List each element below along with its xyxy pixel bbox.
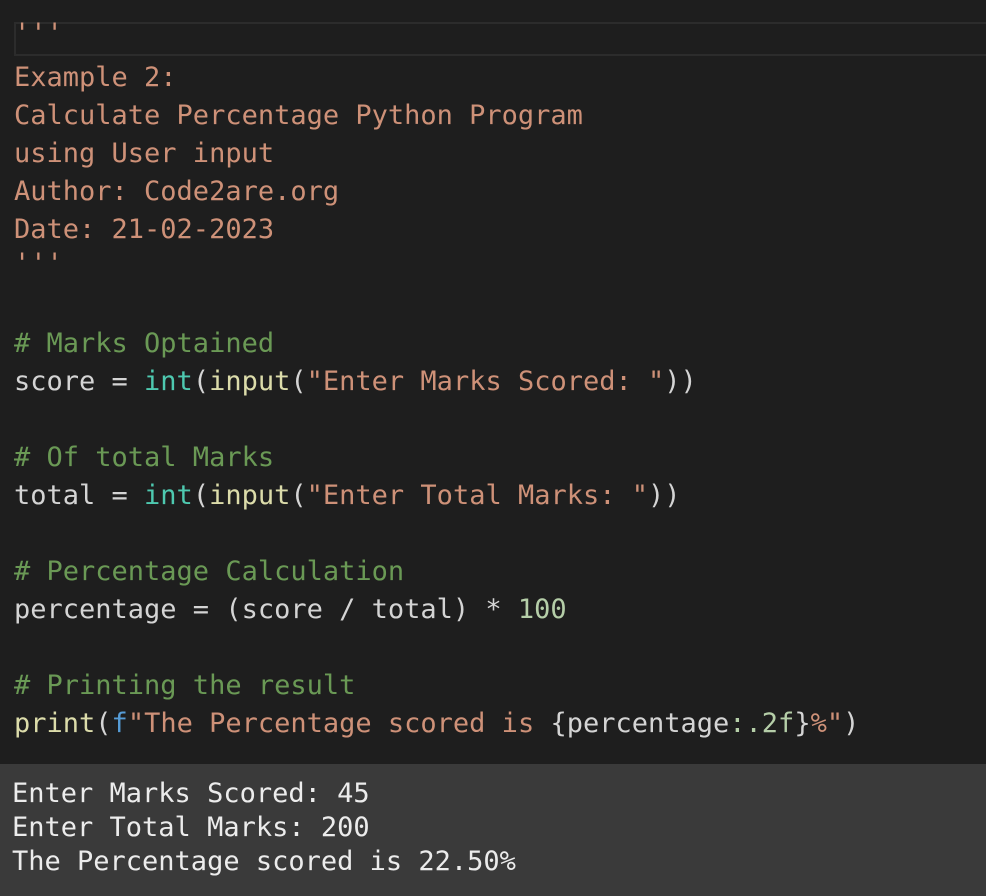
total-paren-open: (	[193, 480, 209, 511]
comment-printing-result: # Printing the result	[14, 667, 355, 705]
score-paren-open: (	[193, 366, 209, 397]
fstring-brace-open: {	[550, 708, 566, 739]
code-line-total: total = int(input("Enter Total Marks: ")…	[14, 477, 681, 515]
fstring-brace-close: }	[794, 708, 810, 739]
code-line-5: Author: Code2are.org	[14, 173, 339, 211]
comment-total-marks: # Of total Marks	[14, 439, 274, 477]
score-input-fn: input	[209, 366, 290, 397]
output-line-2: Enter Total Marks: 200	[12, 811, 370, 845]
total-assign: total =	[14, 480, 144, 511]
code-line-6: Date: 21-02-2023	[14, 211, 274, 249]
code-editor[interactable]: ''' Example 2: Calculate Percentage Pyth…	[0, 0, 986, 764]
code-line-print: print(f"The Percentage scored is {percen…	[14, 705, 859, 743]
print-paren-open: (	[95, 708, 111, 739]
code-line-2: Example 2:	[14, 59, 177, 97]
percentage-number: 100	[518, 594, 567, 625]
fstring-text: "The Percentage scored is	[128, 708, 551, 739]
total-prompt-string: "Enter Total Marks: "	[307, 480, 648, 511]
print-paren-close: )	[843, 708, 859, 739]
comment-percentage-calc: # Percentage Calculation	[14, 553, 404, 591]
print-fn: print	[14, 708, 95, 739]
code-line-7: '''	[14, 245, 63, 283]
code-screenshot: ''' Example 2: Calculate Percentage Pyth…	[0, 0, 986, 896]
score-paren-open-2: (	[290, 366, 306, 397]
score-int-builtin: int	[144, 366, 193, 397]
output-line-1: Enter Marks Scored: 45	[12, 777, 370, 811]
total-paren-open-2: (	[290, 480, 306, 511]
total-input-fn: input	[209, 480, 290, 511]
output-console: Enter Marks Scored: 45 Enter Total Marks…	[0, 764, 986, 896]
current-line-highlight	[14, 22, 986, 56]
fstring-format-spec: :.2f	[729, 708, 794, 739]
score-assign: score =	[14, 366, 144, 397]
code-line-1: '''	[14, 15, 63, 53]
total-int-builtin: int	[144, 480, 193, 511]
code-line-score: score = int(input("Enter Marks Scored: "…	[14, 363, 697, 401]
fstring-prefix: f	[112, 708, 128, 739]
code-line-percentage: percentage = (score / total) * 100	[14, 591, 567, 629]
comment-marks-obtained: # Marks Optained	[14, 325, 274, 363]
output-line-3: The Percentage scored is 22.50%	[12, 845, 516, 879]
total-paren-close: ))	[648, 480, 681, 511]
fstring-text-end: %"	[811, 708, 844, 739]
percentage-expression: percentage = (score / total) *	[14, 594, 518, 625]
code-line-4: using User input	[14, 135, 274, 173]
score-paren-close: ))	[664, 366, 697, 397]
code-line-3: Calculate Percentage Python Program	[14, 97, 583, 135]
score-prompt-string: "Enter Marks Scored: "	[307, 366, 665, 397]
fstring-variable: percentage	[567, 708, 730, 739]
